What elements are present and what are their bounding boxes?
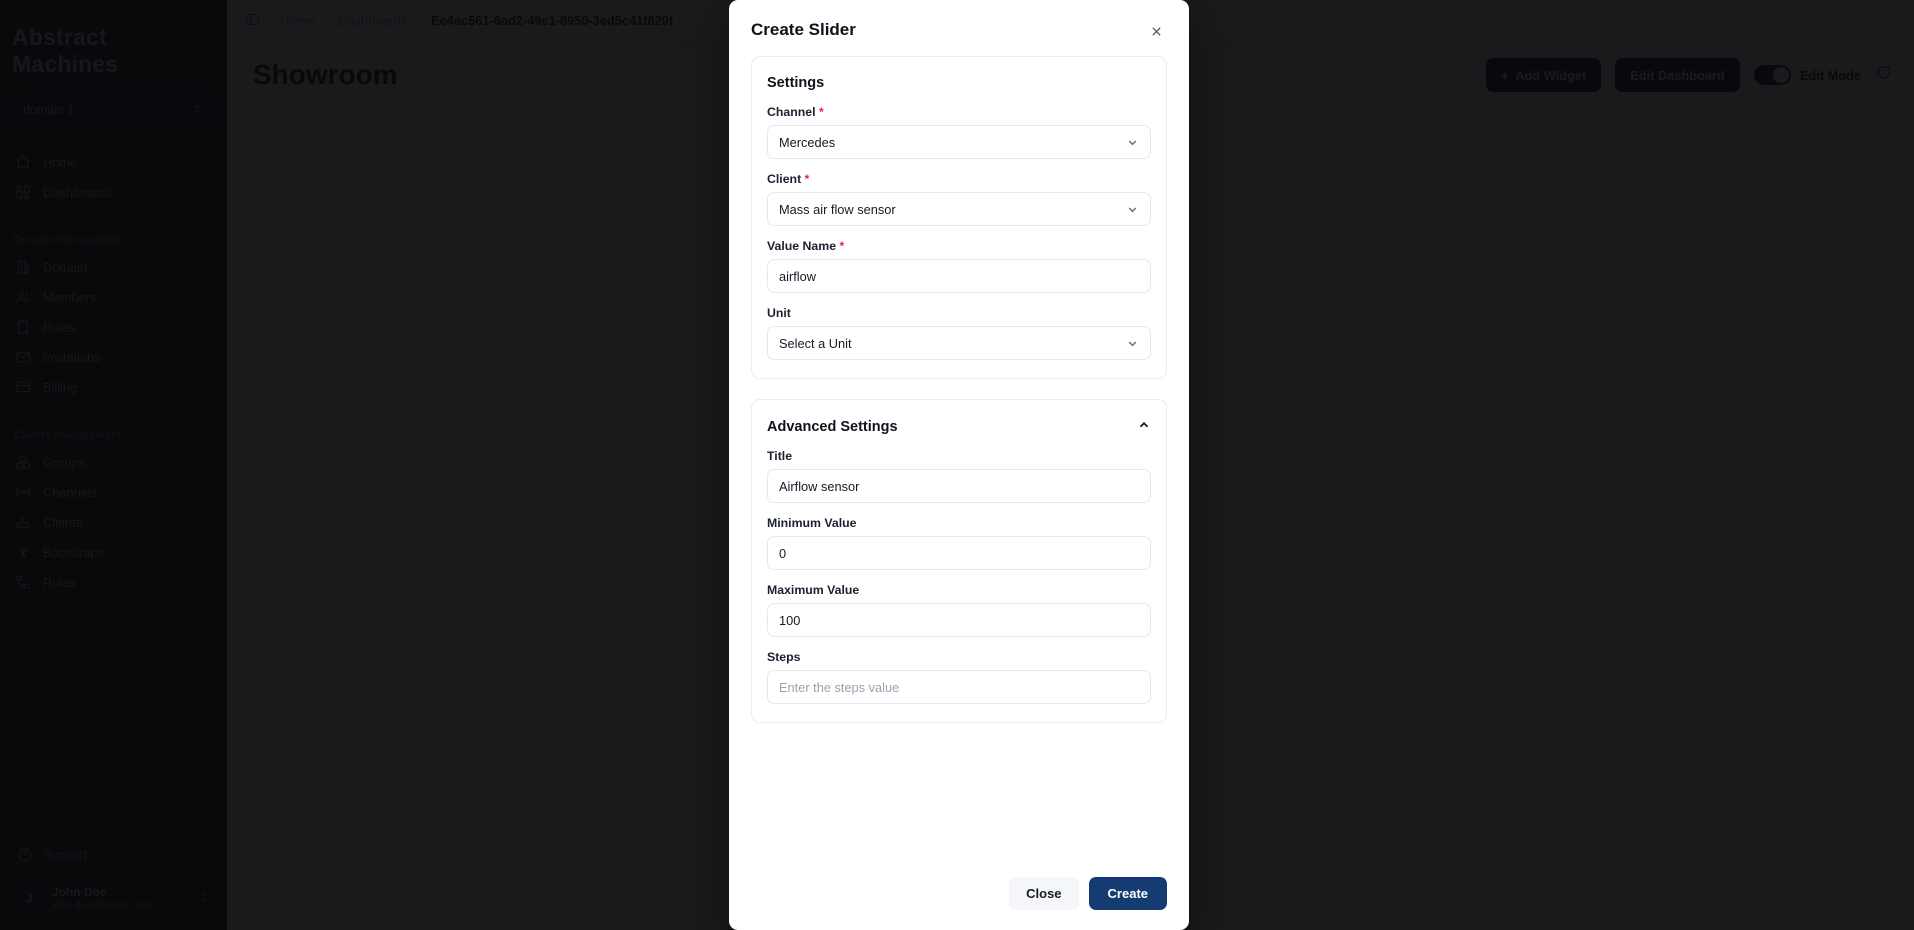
title-label-text: Title [767, 449, 793, 463]
close-button[interactable]: Close [1009, 877, 1079, 910]
maximum-value-input-value: 100 [779, 612, 801, 628]
minimum-value-label: Minimum Value [767, 516, 1151, 530]
close-icon[interactable] [1145, 20, 1167, 42]
field-channel: Channel * Mercedes [767, 105, 1151, 159]
unit-label: Unit [767, 306, 1151, 320]
advanced-settings-card: Advanced Settings Title Airflow sensor M… [751, 399, 1167, 723]
field-minimum-value: Minimum Value 0 [767, 516, 1151, 570]
value-name-input[interactable]: airflow [767, 259, 1151, 293]
title-input-value: Airflow sensor [779, 478, 860, 494]
minimum-value-input-value: 0 [779, 545, 787, 561]
value-name-input-value: airflow [779, 268, 816, 284]
channel-label: Channel * [767, 105, 1151, 119]
unit-select-value: Select a Unit [779, 335, 852, 351]
field-title: Title Airflow sensor [767, 449, 1151, 503]
value-name-label: Value Name * [767, 239, 1151, 253]
advanced-settings-collapse-button[interactable] [1137, 418, 1151, 435]
field-client: Client * Mass air flow sensor [767, 172, 1151, 226]
client-select[interactable]: Mass air flow sensor [767, 192, 1151, 226]
client-label-text: Client [767, 172, 802, 186]
field-maximum-value: Maximum Value 100 [767, 583, 1151, 637]
minimum-value-label-text: Minimum Value [767, 516, 857, 530]
required-indicator: * [818, 105, 824, 119]
create-slider-modal: Create Slider Settings Channel * Mercede… [729, 0, 1189, 930]
channel-label-text: Channel [767, 105, 816, 119]
minimum-value-input[interactable]: 0 [767, 536, 1151, 570]
settings-card: Settings Channel * Mercedes Client * Mas… [751, 56, 1167, 379]
maximum-value-label-text: Maximum Value [767, 583, 860, 597]
field-steps: Steps Enter the steps value [767, 650, 1151, 704]
channel-select-value: Mercedes [779, 134, 836, 150]
chevron-down-icon [1126, 136, 1139, 149]
unit-select[interactable]: Select a Unit [767, 326, 1151, 360]
maximum-value-label: Maximum Value [767, 583, 1151, 597]
steps-label: Steps [767, 650, 1151, 664]
field-value-name: Value Name * airflow [767, 239, 1151, 293]
chevron-down-icon [1126, 337, 1139, 350]
modal-header: Create Slider [729, 0, 1189, 46]
create-button[interactable]: Create [1088, 877, 1167, 910]
value-name-label-text: Value Name [767, 239, 837, 253]
required-indicator: * [839, 239, 845, 253]
settings-heading: Settings [767, 75, 825, 91]
unit-label-text: Unit [767, 306, 791, 320]
steps-label-text: Steps [767, 650, 801, 664]
channel-select[interactable]: Mercedes [767, 125, 1151, 159]
maximum-value-input[interactable]: 100 [767, 603, 1151, 637]
title-label: Title [767, 449, 1151, 463]
client-select-value: Mass air flow sensor [779, 201, 896, 217]
required-indicator: * [804, 172, 810, 186]
steps-input[interactable]: Enter the steps value [767, 670, 1151, 704]
advanced-settings-heading: Advanced Settings [767, 418, 898, 435]
chevron-down-icon [1126, 203, 1139, 216]
advanced-settings-header[interactable]: Advanced Settings [767, 418, 1151, 435]
title-input[interactable]: Airflow sensor [767, 469, 1151, 503]
client-label: Client * [767, 172, 1151, 186]
modal-footer: Close Create [729, 863, 1189, 930]
steps-input-placeholder: Enter the steps value [779, 679, 900, 695]
modal-title: Create Slider [751, 20, 856, 39]
modal-body: Settings Channel * Mercedes Client * Mas… [729, 46, 1189, 863]
chevron-up-icon [1137, 418, 1151, 435]
field-unit: Unit Select a Unit [767, 306, 1151, 360]
